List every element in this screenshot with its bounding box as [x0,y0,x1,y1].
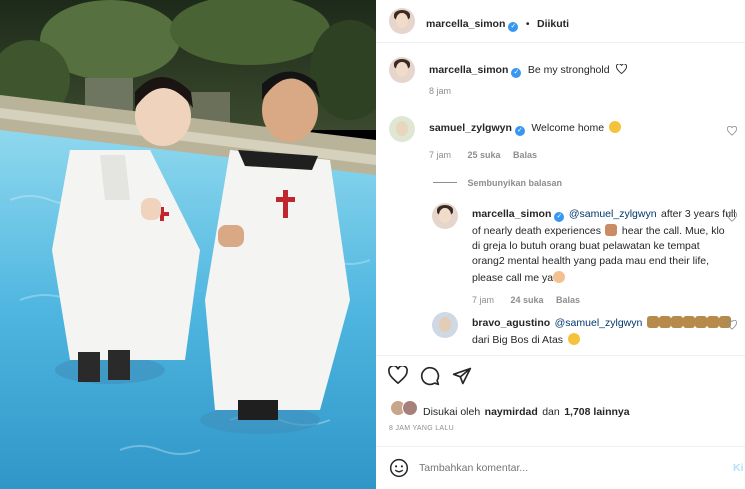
hide-replies-label[interactable]: Sembunyikan balasan [467,178,562,188]
comment-reply-button[interactable]: Balas [513,150,537,160]
share-paper-plane-icon[interactable] [452,366,472,386]
reply-mention[interactable]: @samuel_zylgwyn [569,208,657,220]
comment-input[interactable] [419,459,719,477]
hand-emoji-icon [553,271,566,283]
caption-time: 8 jam [429,86,452,96]
reply-text-line2: of nearly death experiences [472,225,601,237]
comment-likes[interactable]: 25 suka [467,150,500,160]
reply-text-line4: orang2 mental health yang pada mau end t… [472,255,709,267]
reply-reply-button[interactable]: Balas [556,295,580,305]
comment-time: 7 jam [429,150,452,160]
baptism-photo-illustration [0,0,376,489]
hide-replies-line [433,182,457,183]
post-timestamp[interactable]: 8 JAM YANG LALU [389,425,454,432]
reply-mention[interactable]: @samuel_zylgwyn [555,317,643,329]
reply-reply-label[interactable]: Balas [556,295,580,305]
caption-avatar[interactable] [389,57,415,83]
commenter-avatar[interactable] [389,116,415,142]
follow-status-button[interactable]: Diikuti [537,18,569,30]
header-separator: • [525,18,530,30]
reply-avatar[interactable] [432,203,458,229]
emoji-picker-icon[interactable] [389,458,409,478]
like-heart-icon[interactable] [388,366,408,384]
comment-item: samuel_zylgwyn ✓ Welcome home [429,118,621,136]
reply-item: marcella_simon ✓ @samuel_zylgwyn after 3 … [472,205,742,286]
likes-summary: Disukai oleh naymirdad dan 1,708 lainnya [423,402,630,420]
liker-username[interactable]: naymirdad [485,406,538,418]
reply-text-line3: di greja lo butuh orang buat pelawatan k… [472,240,700,252]
like-comment-heart-icon[interactable] [727,126,737,136]
clapping-hands-emoji-icon [608,121,621,133]
likes-count[interactable]: 1,708 lainnya [564,406,629,418]
like-reply-heart-icon[interactable] [727,212,737,222]
comment-username[interactable]: samuel_zylgwyn [429,122,512,134]
comment-text: Welcome home [531,122,605,134]
church-emoji-icon [605,224,618,236]
likes-joiner: dan [542,406,560,418]
reply-text-line5: please call me ya [472,272,554,284]
header-divider [376,42,745,43]
reply-time: 7 jam [472,295,495,305]
reply-item: bravo_agustino @samuel_zylgwyn dari Big … [472,314,742,348]
liker-avatar [402,400,418,416]
comment-meta: 7 jam 25 suka Balas [429,145,537,163]
reply-meta: 7 jam 24 suka Balas [472,290,580,308]
post-sidebar: marcella_simon ✓ • Diikuti marcella_simon… [376,0,745,489]
verified-badge-icon: ✓ [514,126,525,136]
post-header: marcella_simon ✓ • Diikuti [426,14,569,32]
verified-badge-icon: ✓ [554,212,565,222]
reply-text-line1: after 3 years full [661,208,736,220]
reply-likes[interactable]: 24 suka [510,295,543,305]
likes-prefix: Disukai oleh [423,406,481,418]
caption: marcella_simon ✓ Be my stronghold [429,60,627,78]
caption-username[interactable]: marcella_simon [429,64,508,76]
medal-emoji-row-icon [646,313,731,330]
liker-avatars[interactable] [390,400,422,416]
reply-username[interactable]: bravo_agustino [472,317,550,329]
like-reply-heart-icon[interactable] [727,320,737,330]
actions-divider [376,355,745,356]
input-divider [376,446,745,447]
caption-text: Be my stronghold [527,64,610,76]
verified-badge-icon: ✓ [511,68,522,78]
comment-reply-label[interactable]: Balas [513,150,537,160]
author-avatar[interactable] [389,8,415,34]
reply-username[interactable]: marcella_simon [472,208,551,220]
comment-bubble-icon[interactable] [420,366,440,386]
reply-text-line2: dari Big Bos di Atas [472,334,564,346]
author-username[interactable]: marcella_simon [426,18,505,30]
reply-likes-count[interactable]: 24 suka [510,295,543,305]
verified-badge-icon: ✓ [508,22,519,32]
white-heart-emoji-icon [616,63,627,75]
post-photo[interactable] [0,0,376,489]
hide-replies-button[interactable]: Sembunyikan balasan [433,173,562,191]
post-comment-button[interactable]: Ki [733,462,744,474]
reply-avatar[interactable] [432,312,458,338]
smiling-face-emoji-icon [567,333,580,345]
reply-text-line2-rest: hear the call. Mue, klo [621,225,725,237]
comment-likes-count[interactable]: 25 suka [467,150,500,160]
